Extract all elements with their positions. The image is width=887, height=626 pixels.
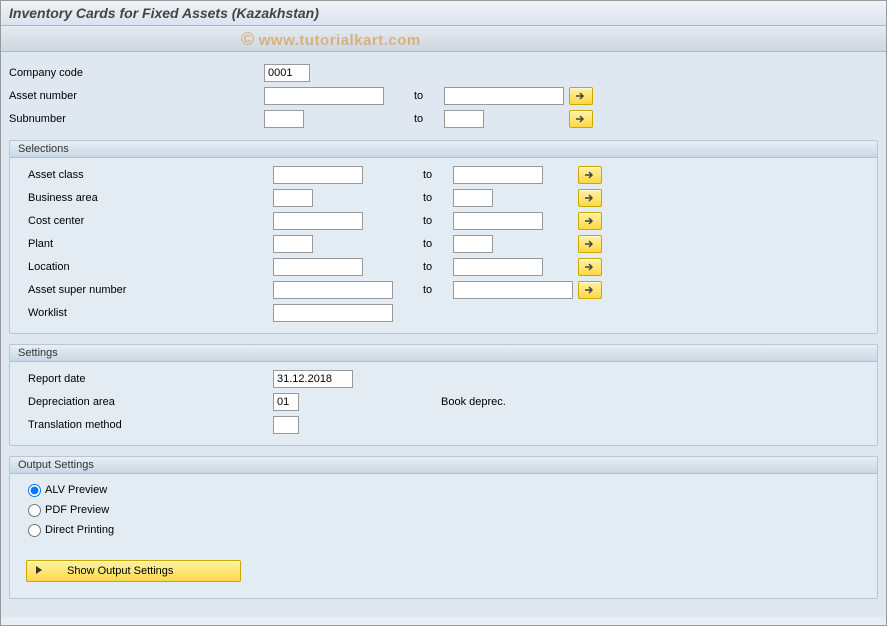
selection-from-input[interactable] bbox=[273, 304, 393, 322]
to-label: to bbox=[423, 169, 453, 181]
selection-to-input[interactable] bbox=[453, 258, 543, 276]
selection-to-input[interactable] bbox=[453, 212, 543, 230]
selection-to-input[interactable] bbox=[453, 189, 493, 207]
output-radio[interactable] bbox=[28, 524, 41, 537]
title-bar: Inventory Cards for Fixed Assets (Kazakh… bbox=[1, 1, 886, 26]
company-code-input[interactable] bbox=[264, 64, 310, 82]
asset-number-to-input[interactable] bbox=[444, 87, 564, 105]
selection-multi-button[interactable] bbox=[578, 189, 602, 207]
selection-from-input[interactable] bbox=[273, 281, 393, 299]
to-label: to bbox=[414, 113, 444, 125]
output-section: Output Settings ALV Preview PDF Preview Di… bbox=[9, 456, 878, 599]
subnumber-label: Subnumber bbox=[9, 113, 264, 125]
asset-number-label: Asset number bbox=[9, 90, 264, 102]
depr-area-text: Book deprec. bbox=[423, 396, 506, 408]
selection-from-input[interactable] bbox=[273, 212, 363, 230]
subnumber-to-input[interactable] bbox=[444, 110, 484, 128]
asset-number-multi-button[interactable] bbox=[569, 87, 593, 105]
arrow-right-icon bbox=[575, 114, 587, 124]
to-label: to bbox=[423, 192, 453, 204]
selection-label: Location bbox=[18, 261, 273, 273]
play-icon bbox=[35, 565, 43, 578]
output-radio-label: PDF Preview bbox=[45, 504, 109, 516]
arrow-right-icon bbox=[584, 285, 596, 295]
trans-method-label: Translation method bbox=[18, 419, 273, 431]
selection-multi-button[interactable] bbox=[578, 235, 602, 253]
selection-multi-button[interactable] bbox=[578, 212, 602, 230]
selection-label: Asset class bbox=[18, 169, 273, 181]
to-label: to bbox=[423, 238, 453, 250]
depr-area-label: Depreciation area bbox=[18, 396, 273, 408]
output-radio-label: Direct Printing bbox=[45, 524, 114, 536]
arrow-right-icon bbox=[584, 216, 596, 226]
output-radio-label: ALV Preview bbox=[45, 484, 107, 496]
output-radio[interactable] bbox=[28, 504, 41, 517]
report-date-label: Report date bbox=[18, 373, 273, 385]
to-label: to bbox=[423, 215, 453, 227]
to-label: to bbox=[414, 90, 444, 102]
selection-multi-button[interactable] bbox=[578, 166, 602, 184]
selections-section: Selections Asset class to Business area to C… bbox=[9, 140, 878, 334]
selections-header: Selections bbox=[10, 141, 877, 158]
selection-to-input[interactable] bbox=[453, 281, 573, 299]
selection-from-input[interactable] bbox=[273, 166, 363, 184]
output-header: Output Settings bbox=[10, 457, 877, 474]
selection-label: Worklist bbox=[18, 307, 273, 319]
arrow-right-icon bbox=[575, 91, 587, 101]
subnumber-multi-button[interactable] bbox=[569, 110, 593, 128]
arrow-right-icon bbox=[584, 262, 596, 272]
selection-from-input[interactable] bbox=[273, 258, 363, 276]
subnumber-from-input[interactable] bbox=[264, 110, 304, 128]
report-date-input[interactable] bbox=[273, 370, 353, 388]
page-title: Inventory Cards for Fixed Assets (Kazakh… bbox=[9, 5, 878, 21]
company-code-label: Company code bbox=[9, 67, 264, 79]
show-output-label: Show Output Settings bbox=[67, 565, 173, 577]
selection-multi-button[interactable] bbox=[578, 258, 602, 276]
toolbar: www.tutorialkart.com bbox=[1, 26, 886, 52]
selection-to-input[interactable] bbox=[453, 235, 493, 253]
output-radio[interactable] bbox=[28, 484, 41, 497]
trans-method-input[interactable] bbox=[273, 416, 299, 434]
selection-label: Cost center bbox=[18, 215, 273, 227]
watermark: www.tutorialkart.com bbox=[241, 29, 421, 50]
depr-area-input[interactable] bbox=[273, 393, 299, 411]
selection-label: Plant bbox=[18, 238, 273, 250]
show-output-button[interactable]: Show Output Settings bbox=[26, 560, 241, 582]
selection-from-input[interactable] bbox=[273, 189, 313, 207]
settings-header: Settings bbox=[10, 345, 877, 362]
selection-to-input[interactable] bbox=[453, 166, 543, 184]
asset-number-from-input[interactable] bbox=[264, 87, 384, 105]
arrow-right-icon bbox=[584, 170, 596, 180]
arrow-right-icon bbox=[584, 193, 596, 203]
selection-multi-button[interactable] bbox=[578, 281, 602, 299]
selection-label: Business area bbox=[18, 192, 273, 204]
arrow-right-icon bbox=[584, 239, 596, 249]
to-label: to bbox=[423, 284, 453, 296]
selection-from-input[interactable] bbox=[273, 235, 313, 253]
settings-section: Settings Report date Depreciation area B… bbox=[9, 344, 878, 446]
selection-label: Asset super number bbox=[18, 284, 273, 296]
to-label: to bbox=[423, 261, 453, 273]
